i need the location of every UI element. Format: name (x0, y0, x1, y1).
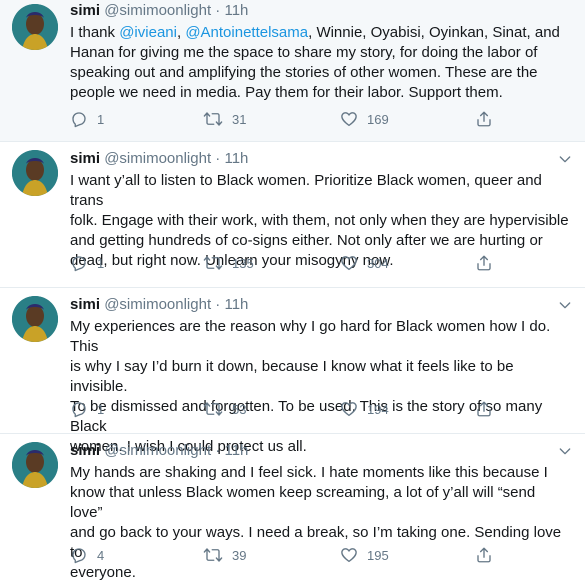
mention-link[interactable]: @Antoinettelsama (185, 24, 308, 41)
retweet-button[interactable]: 53 (203, 400, 246, 418)
user-handle[interactable]: @simimoonlight (104, 150, 211, 167)
separator-dot: · (215, 2, 221, 19)
share-icon (477, 401, 491, 417)
tweet-actions: 4 39 195 (70, 544, 500, 566)
like-button[interactable]: 304 (340, 254, 389, 272)
user-handle[interactable]: @simimoonlight (104, 296, 211, 313)
chevron-down-icon[interactable] (557, 151, 573, 167)
reply-count: 1 (97, 255, 105, 271)
user-handle[interactable]: @simimoonlight (104, 442, 211, 459)
separator-dot: · (215, 296, 221, 313)
avatar[interactable] (12, 296, 58, 342)
tweet-header: simi @simimoonlight · 11h (70, 294, 571, 316)
tweet-actions: 1 53 194 (70, 398, 500, 420)
user-handle[interactable]: @simimoonlight (104, 2, 211, 19)
like-button[interactable]: 195 (340, 546, 389, 564)
display-name[interactable]: simi (70, 2, 100, 19)
display-name[interactable]: simi (70, 296, 100, 313)
share-button[interactable] (475, 400, 493, 418)
reply-button[interactable]: 1 (70, 254, 104, 272)
display-name[interactable]: simi (70, 442, 100, 459)
retweet-count: 39 (232, 547, 247, 563)
reply-icon (72, 256, 86, 272)
timestamp[interactable]: 11h (224, 442, 248, 459)
tweet-actions: 1 135 304 (70, 252, 500, 274)
retweet-count: 31 (232, 111, 247, 127)
retweet-button[interactable]: 39 (203, 546, 246, 564)
retweet-icon (203, 402, 223, 416)
heart-icon (341, 402, 357, 417)
display-name[interactable]: simi (70, 150, 100, 167)
chevron-down-icon[interactable] (557, 297, 573, 313)
mention-link[interactable]: @ivieani (119, 24, 177, 41)
separator-dot: · (215, 442, 221, 459)
tweet-header: simi @simimoonlight · 11h (70, 0, 571, 22)
reply-count: 1 (97, 401, 105, 417)
avatar[interactable] (12, 150, 58, 196)
reply-count: 1 (97, 111, 105, 127)
chevron-down-icon[interactable] (557, 443, 573, 459)
tweet-header: simi @simimoonlight · 11h (70, 440, 571, 462)
like-count: 169 (367, 111, 389, 127)
like-count: 304 (367, 255, 389, 271)
like-count: 194 (367, 401, 389, 417)
share-icon (477, 255, 491, 271)
share-icon (477, 111, 491, 127)
retweet-icon (203, 548, 223, 562)
heart-icon (341, 548, 357, 563)
retweet-button[interactable]: 31 (203, 110, 246, 128)
reply-icon (72, 402, 86, 418)
retweet-icon (203, 256, 223, 270)
timestamp[interactable]: 11h (224, 2, 248, 19)
text-segment: I thank (70, 24, 120, 41)
like-button[interactable]: 194 (340, 400, 389, 418)
separator-dot: · (215, 150, 221, 167)
retweet-count: 53 (232, 401, 247, 417)
heart-icon (341, 112, 357, 127)
reply-button[interactable]: 4 (70, 546, 104, 564)
retweet-icon (203, 112, 223, 126)
share-button[interactable] (475, 110, 493, 128)
share-icon (477, 547, 491, 563)
timestamp[interactable]: 11h (224, 150, 248, 167)
like-count: 195 (367, 547, 389, 563)
reply-count: 4 (97, 547, 105, 563)
tweet[interactable]: simi @simimoonlight · 11h I want y’all t… (0, 142, 585, 288)
tweet-feed: simi @simimoonlight · 11h I thank @iviea… (0, 0, 585, 581)
tweet-text: I thank @ivieani, @Antoinettelsama, Winn… (70, 23, 571, 103)
timestamp[interactable]: 11h (224, 296, 248, 313)
reply-button[interactable]: 1 (70, 110, 104, 128)
heart-icon (341, 256, 357, 271)
avatar[interactable] (12, 4, 58, 50)
tweet[interactable]: simi @simimoonlight · 11h My experiences… (0, 288, 585, 455)
reply-button[interactable]: 1 (70, 400, 104, 418)
share-button[interactable] (475, 546, 493, 564)
tweet-header: simi @simimoonlight · 11h (70, 148, 571, 170)
reply-icon (72, 548, 86, 564)
like-button[interactable]: 169 (340, 110, 389, 128)
retweet-button[interactable]: 135 (203, 254, 254, 272)
reply-icon (72, 112, 86, 128)
avatar[interactable] (12, 442, 58, 488)
tweet-actions: 1 31 169 (70, 108, 500, 130)
tweet[interactable]: simi @simimoonlight · 11h I thank @iviea… (0, 0, 585, 142)
retweet-count: 135 (232, 255, 254, 271)
tweet[interactable]: simi @simimoonlight · 11h My hands are s… (0, 434, 585, 581)
share-button[interactable] (475, 254, 493, 272)
